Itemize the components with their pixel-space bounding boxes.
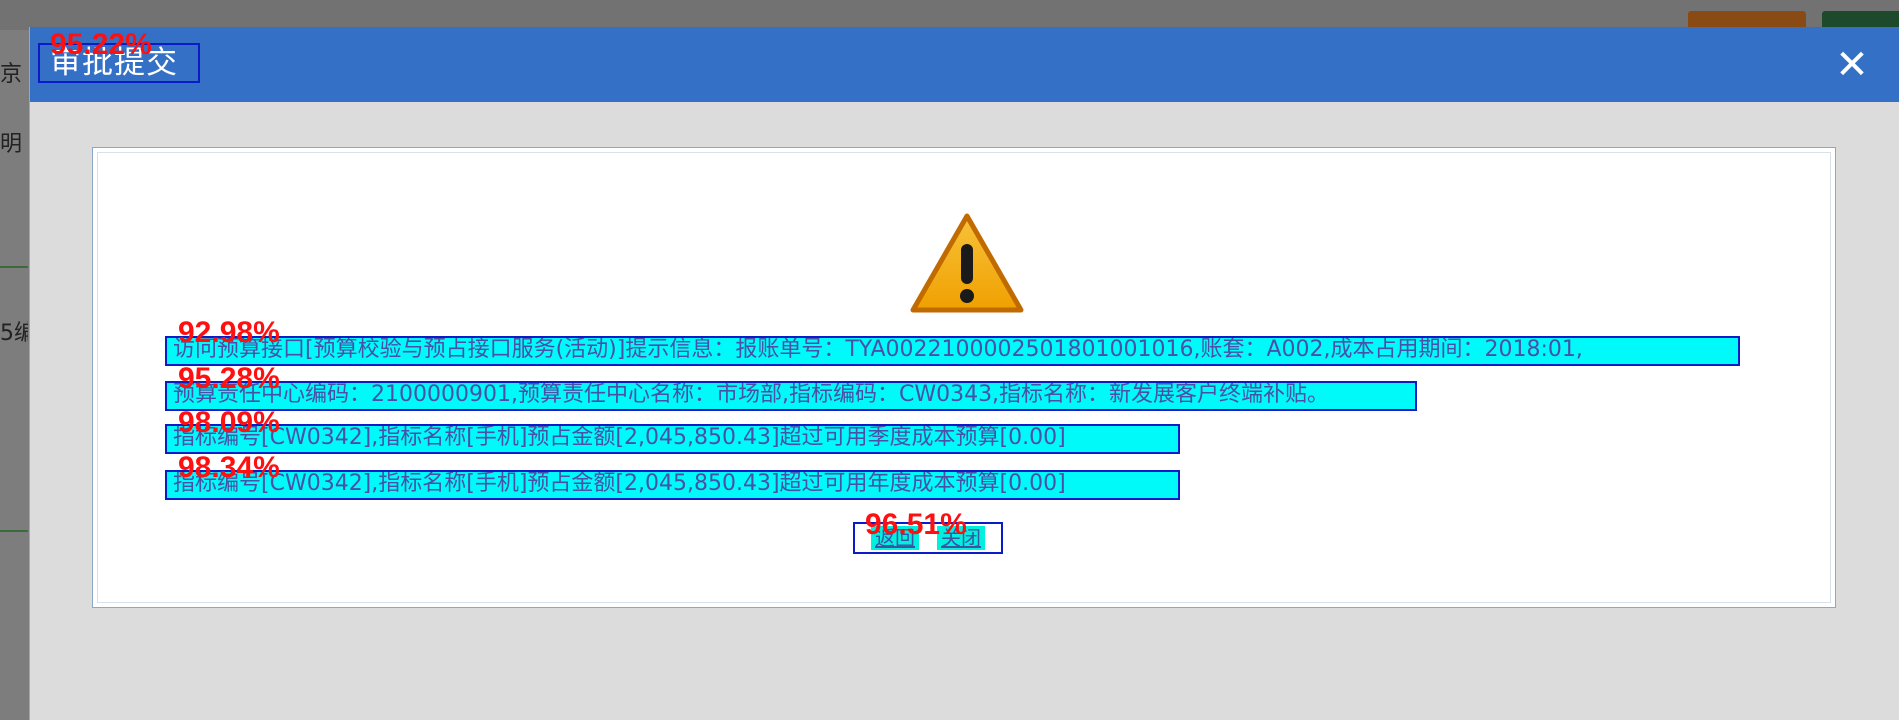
message-line-3: 指标编号[CW0342],指标名称[手机]预占金额[2,045,850.43]超…	[165, 424, 1180, 454]
back-link[interactable]: 返回	[871, 526, 919, 550]
background-text-fragment: 5编	[0, 321, 28, 346]
close-link[interactable]: 关闭	[937, 526, 985, 550]
message-line-2: 预算责任中心编码：2100000901,预算责任中心名称：市场部,指标编码：CW…	[165, 381, 1417, 411]
dialog-title: 审批提交	[38, 43, 200, 83]
dialog-actions: 返回 关闭	[853, 522, 1003, 554]
background-divider	[0, 266, 28, 268]
warning-triangle-icon	[910, 213, 1024, 313]
background-topbar	[0, 0, 1899, 30]
message-panel: 访问预算接口[预算校验与预占接口服务(活动)]提示信息：报账单号：TYA0022…	[92, 147, 1836, 608]
message-line-1: 访问预算接口[预算校验与预占接口服务(活动)]提示信息：报账单号：TYA0022…	[165, 336, 1740, 366]
background-divider	[0, 530, 28, 532]
dialog-header: 审批提交 ✕	[30, 27, 1899, 102]
message-line-4: 指标编号[CW0342],指标名称[手机]预占金额[2,045,850.43]超…	[165, 470, 1180, 500]
background-text-fragment: 京	[0, 62, 23, 87]
close-icon[interactable]: ✕	[1832, 45, 1872, 85]
approval-submit-dialog: 审批提交 ✕ 访问预算接口[预算校验与预占接口服务(活动)]提示信息：报账单号：…	[29, 27, 1899, 720]
background-text-fragment: 明	[0, 132, 23, 157]
